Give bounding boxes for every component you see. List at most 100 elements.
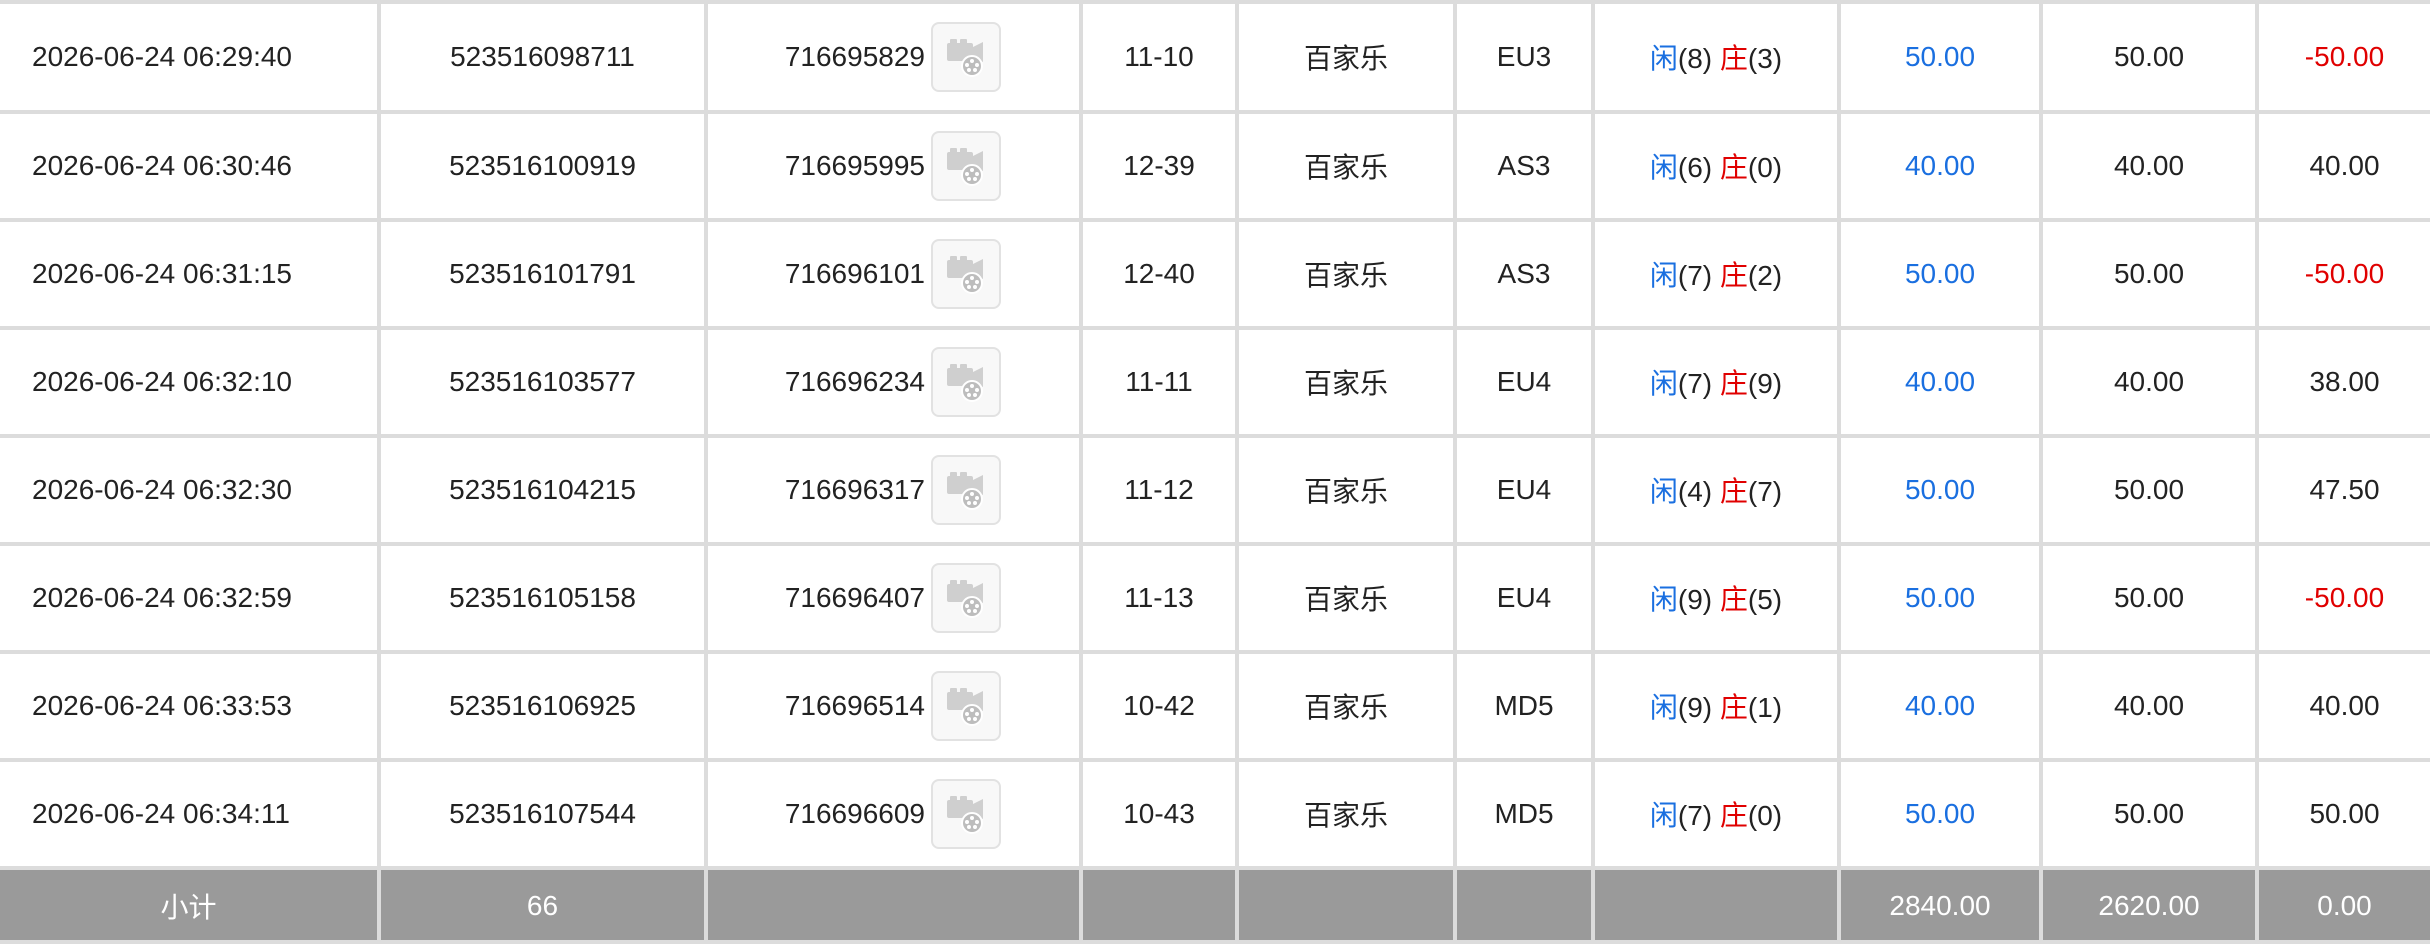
banker-score: (5)	[1747, 584, 1783, 615]
table-code-cell: EU4	[1455, 544, 1595, 654]
table-code-cell: MD5	[1455, 760, 1595, 870]
win-loss-cell: 38.00	[2257, 328, 2430, 438]
table-code-cell: AS3	[1455, 112, 1595, 222]
table-code-cell: EU4	[1455, 436, 1595, 546]
round-id: 716696101	[784, 258, 925, 289]
table-row: 2026-06-24 06:32:59 523516105158 7166964…	[0, 544, 2430, 654]
player-label: 闲	[1649, 260, 1678, 291]
banker-score: (0)	[1747, 152, 1783, 183]
bet-id-cell: 523516103577	[379, 328, 708, 438]
round-id: 716696317	[784, 474, 925, 505]
subtotal-row: 小计 66 2840.00 2620.00 0.00	[0, 868, 2430, 944]
game-name-cell: 百家乐	[1237, 220, 1457, 330]
player-label: 闲	[1649, 368, 1678, 399]
banker-label: 庄	[1719, 260, 1748, 291]
round-id-cell: 716696514	[706, 652, 1083, 762]
subtotal-empty-cell	[1081, 868, 1239, 944]
round-id-cell: 716695995	[706, 112, 1083, 222]
bet-time-cell: 2026-06-24 06:32:30	[0, 436, 381, 546]
video-replay-icon-graphic	[947, 580, 983, 618]
valid-bet-cell: 50.00	[2041, 0, 2259, 114]
result-cell: 闲(4) 庄(7)	[1593, 436, 1841, 546]
player-score: (9)	[1677, 584, 1713, 615]
banker-label: 庄	[1719, 152, 1748, 183]
bet-time-cell: 2026-06-24 06:32:10	[0, 328, 381, 438]
player-label: 闲	[1649, 692, 1678, 723]
bet-amount-cell: 40.00	[1839, 112, 2043, 222]
video-replay-icon[interactable]	[931, 131, 1001, 201]
video-replay-icon-graphic	[947, 688, 983, 726]
banker-score: (1)	[1747, 692, 1783, 723]
table-code-cell: EU3	[1455, 0, 1595, 114]
game-name-cell: 百家乐	[1237, 0, 1457, 114]
bet-time-cell: 2026-06-24 06:29:40	[0, 0, 381, 114]
valid-bet-cell: 50.00	[2041, 544, 2259, 654]
video-replay-icon-graphic	[947, 39, 983, 77]
video-replay-icon[interactable]	[931, 779, 1001, 849]
shoe-round-cell: 12-40	[1081, 220, 1239, 330]
table-row: 2026-06-24 06:32:30 523516104215 7166963…	[0, 436, 2430, 546]
video-replay-icon[interactable]	[931, 563, 1001, 633]
player-label: 闲	[1649, 476, 1678, 507]
bet-id-cell: 523516107544	[379, 760, 708, 870]
video-replay-icon-graphic	[947, 148, 983, 186]
bet-id-cell: 523516100919	[379, 112, 708, 222]
video-replay-icon[interactable]	[931, 239, 1001, 309]
win-loss-cell: -50.00	[2257, 544, 2430, 654]
round-id: 716696514	[784, 690, 925, 721]
banker-score: (0)	[1747, 800, 1783, 831]
win-loss-cell: 40.00	[2257, 652, 2430, 762]
subtotal-win-loss: 0.00	[2257, 868, 2430, 944]
bet-records-table: 2026-06-24 06:29:40 523516098711 7166958…	[0, 0, 2430, 944]
valid-bet-cell: 40.00	[2041, 112, 2259, 222]
player-score: (8)	[1677, 43, 1713, 74]
banker-score: (2)	[1747, 260, 1783, 291]
bet-amount-cell: 40.00	[1839, 652, 2043, 762]
round-id: 716696609	[784, 798, 925, 829]
table-body: 2026-06-24 06:29:40 523516098711 7166958…	[0, 0, 2430, 870]
game-name-cell: 百家乐	[1237, 112, 1457, 222]
video-replay-icon[interactable]	[931, 455, 1001, 525]
bet-id-cell: 523516104215	[379, 436, 708, 546]
shoe-round-cell: 10-43	[1081, 760, 1239, 870]
video-replay-icon[interactable]	[931, 671, 1001, 741]
subtotal-bet-amount: 2840.00	[1839, 868, 2043, 944]
table-row: 2026-06-24 06:33:53 523516106925 7166965…	[0, 652, 2430, 762]
banker-label: 庄	[1719, 368, 1748, 399]
video-replay-icon-graphic	[947, 472, 983, 510]
bet-id-cell: 523516106925	[379, 652, 708, 762]
banker-label: 庄	[1719, 800, 1748, 831]
round-id: 716696407	[784, 582, 925, 613]
round-id-cell: 716696234	[706, 328, 1083, 438]
subtotal-label: 小计	[0, 868, 381, 944]
video-replay-icon-graphic	[947, 256, 983, 294]
bet-amount-cell: 50.00	[1839, 220, 2043, 330]
result-cell: 闲(9) 庄(1)	[1593, 652, 1841, 762]
player-score: (6)	[1677, 152, 1713, 183]
bet-id-cell: 523516105158	[379, 544, 708, 654]
video-replay-icon[interactable]	[931, 347, 1001, 417]
shoe-round-cell: 10-42	[1081, 652, 1239, 762]
shoe-round-cell: 11-10	[1081, 0, 1239, 114]
valid-bet-cell: 50.00	[2041, 760, 2259, 870]
player-score: (4)	[1677, 476, 1713, 507]
banker-score: (9)	[1747, 368, 1783, 399]
win-loss-cell: 40.00	[2257, 112, 2430, 222]
result-cell: 闲(6) 庄(0)	[1593, 112, 1841, 222]
banker-label: 庄	[1719, 692, 1748, 723]
game-name-cell: 百家乐	[1237, 760, 1457, 870]
result-cell: 闲(7) 庄(2)	[1593, 220, 1841, 330]
round-id: 716696234	[784, 366, 925, 397]
bet-id-cell: 523516101791	[379, 220, 708, 330]
bet-amount-cell: 50.00	[1839, 544, 2043, 654]
video-replay-icon[interactable]	[931, 22, 1001, 92]
valid-bet-cell: 40.00	[2041, 652, 2259, 762]
round-id: 716695829	[784, 41, 925, 72]
bet-amount-cell: 50.00	[1839, 760, 2043, 870]
round-id-cell: 716696407	[706, 544, 1083, 654]
result-cell: 闲(9) 庄(5)	[1593, 544, 1841, 654]
win-loss-cell: 50.00	[2257, 760, 2430, 870]
win-loss-cell: -50.00	[2257, 220, 2430, 330]
video-replay-icon-graphic	[947, 796, 983, 834]
bet-amount-cell: 40.00	[1839, 328, 2043, 438]
